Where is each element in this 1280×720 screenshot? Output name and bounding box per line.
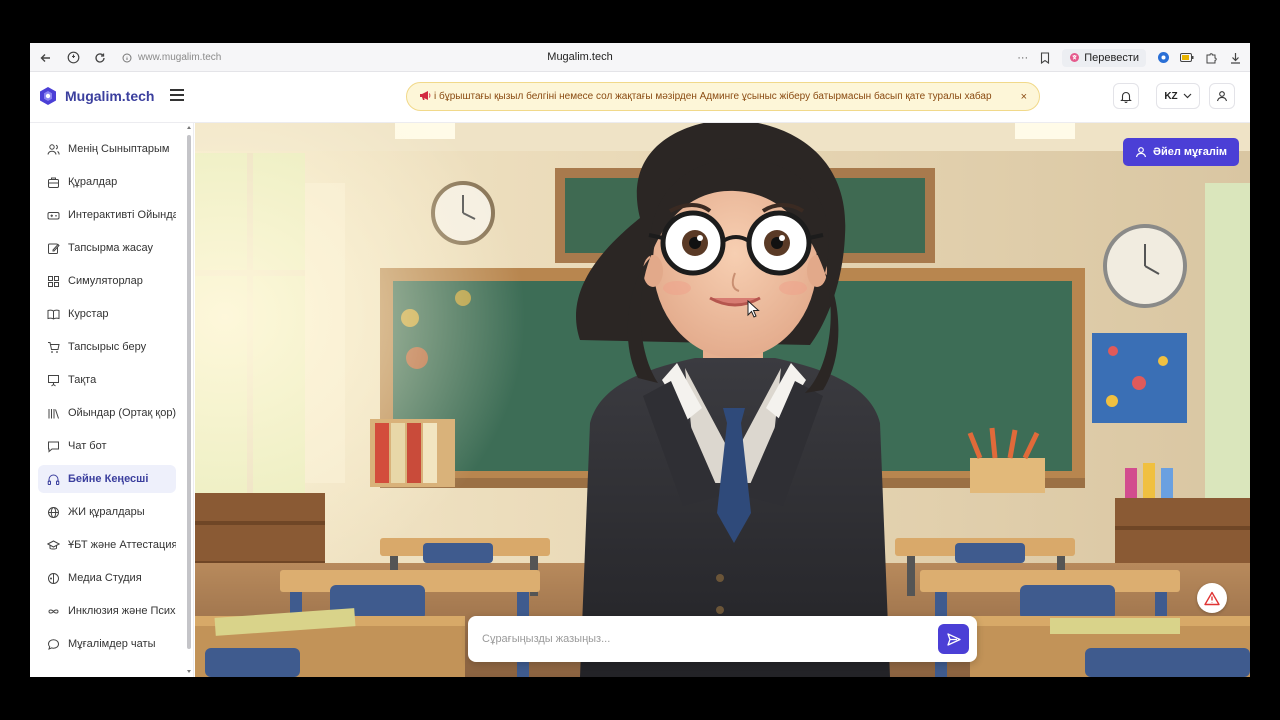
browser-page-title: Mugalim.tech	[547, 51, 613, 63]
sidebar-item-unt-attestation[interactable]: ҰБТ және Аттестация	[38, 531, 176, 559]
app-window: www.mugalim.tech Mugalim.tech ··· Переве…	[30, 43, 1250, 677]
bookmark-icon[interactable]	[1038, 51, 1052, 65]
sidebar-item-label: Мұғалімдер чаты	[68, 638, 156, 650]
user-icon	[1216, 91, 1228, 102]
sidebar-item-create-task[interactable]: Тапсырма жасау	[38, 234, 176, 262]
sidebar-item-label: Интерактивті Ойында	[68, 209, 176, 221]
translate-button[interactable]: Перевести	[1062, 48, 1146, 67]
sidebar-scroll-thumb[interactable]	[187, 135, 191, 649]
send-button[interactable]	[938, 624, 969, 654]
classroom-scene	[195, 123, 1250, 677]
report-issue-button[interactable]	[1197, 583, 1227, 613]
sidebar-item-games-library[interactable]: Ойындар (Ортақ қор)	[38, 399, 176, 427]
sidebar-item-label: Курстар	[68, 308, 109, 320]
banner-text: і бұрыштағы қызыл белгіні немесе сол жақ…	[434, 91, 992, 102]
sidebar-item-label: Тақта	[68, 374, 97, 386]
warning-icon	[1204, 591, 1220, 605]
sidebar-item-simulators[interactable]: Симуляторлар	[38, 267, 176, 295]
headphones-icon	[47, 474, 60, 485]
sidebar-item-interactive-games[interactable]: Интерактивті Ойында	[38, 201, 176, 229]
translate-label: Перевести	[1084, 51, 1139, 64]
banner-close-button[interactable]: ×	[1021, 91, 1027, 103]
edit-icon	[48, 243, 60, 254]
notifications-button[interactable]	[1113, 83, 1139, 109]
presentation-icon	[48, 374, 59, 386]
sidebar-item-label: Инклюзия және Психо	[68, 605, 176, 617]
profile-button[interactable]	[1209, 83, 1235, 109]
browser-actions: ··· Перевести	[1017, 47, 1242, 68]
grid-icon	[48, 275, 59, 287]
sidebar-item-label: Ойындар (Ортақ қор)	[68, 407, 176, 419]
sidebar-item-teachers-chat[interactable]: Мұғалімдер чаты	[38, 630, 176, 658]
sidebar-item-board[interactable]: Тақта	[38, 366, 176, 394]
chat-input-bar	[468, 616, 977, 662]
sidebar-item-video-advisor[interactable]: Бейне Кеңесші	[38, 465, 176, 493]
download-icon[interactable]	[1228, 51, 1242, 65]
logo-icon	[40, 87, 56, 105]
bell-icon	[1120, 91, 1132, 103]
cart-icon	[48, 341, 60, 353]
extension-icon[interactable]	[1156, 51, 1170, 65]
question-input[interactable]	[482, 628, 922, 650]
app-header: Mugalim.tech і бұрыштағы қызыл белгіні н…	[30, 72, 1250, 123]
globe-icon	[48, 506, 59, 518]
megaphone-icon	[419, 90, 431, 104]
sidebar-item-label: Менің Сыныптарым	[68, 143, 170, 155]
book-open-icon	[47, 309, 60, 320]
announcement-banner: і бұрыштағы қызыл белгіні немесе сол жақ…	[406, 82, 1040, 111]
media-icon	[48, 572, 59, 584]
language-value: KZ	[1164, 90, 1178, 102]
sidebar-item-label: Чат бот	[68, 440, 107, 452]
female-teacher-button[interactable]: Әйел мұғалім	[1123, 138, 1240, 166]
sidebar-item-chat-bot[interactable]: Чат бот	[38, 432, 176, 460]
gamepad-icon	[47, 211, 60, 219]
sidebar-item-label: Тапсырыс беру	[68, 341, 147, 353]
infinity-icon	[48, 608, 59, 614]
puzzle-icon[interactable]	[1204, 51, 1218, 65]
sidebar-item-courses[interactable]: Курстар	[38, 300, 176, 328]
chat-bubble-icon	[47, 638, 60, 650]
users-icon	[47, 143, 60, 155]
sidebar-item-label: Тапсырма жасау	[68, 242, 154, 254]
sidebar-item-label: Құралдар	[68, 176, 118, 188]
user-icon	[1135, 147, 1147, 158]
sidebar-item-inclusion[interactable]: Инклюзия және Психо	[38, 597, 176, 625]
sidebar-item-label: Симуляторлар	[68, 275, 143, 287]
brand-name: Mugalim.tech	[65, 88, 155, 104]
send-icon	[946, 632, 961, 646]
chevron-down-icon	[1183, 93, 1192, 99]
graduation-cap-icon	[47, 539, 60, 550]
message-icon	[48, 441, 59, 453]
menu-toggle-button[interactable]	[170, 89, 184, 101]
sidebar-item-media-studio[interactable]: Медиа Студия	[38, 564, 176, 592]
sidebar-item-label: ҰБТ және Аттестация	[68, 539, 176, 551]
briefcase-icon	[48, 177, 59, 188]
sidebar-item-tools[interactable]: Құралдар	[38, 168, 176, 196]
sidebar-item-ai-tools[interactable]: ЖИ құралдары	[38, 498, 176, 526]
sidebar-item-label: ЖИ құралдары	[68, 506, 145, 518]
browser-toolbar: www.mugalim.tech Mugalim.tech ··· Переве…	[30, 43, 1250, 72]
more-button[interactable]: ···	[1017, 52, 1028, 64]
battery-icon[interactable]	[1180, 51, 1194, 65]
sidebar-item-label: Бейне Кеңесші	[68, 473, 149, 485]
video-advisor-stage: Әйел мұғалім	[195, 123, 1250, 677]
library-icon	[48, 408, 59, 419]
brand-logo[interactable]: Mugalim.tech	[38, 86, 154, 106]
female-teacher-label: Әйел мұғалім	[1153, 146, 1228, 158]
sidebar: Менің Сыныптарым Құралдар Интерактивті О…	[30, 123, 194, 677]
sidebar-item-my-classes[interactable]: Менің Сыныптарым	[38, 135, 176, 163]
sidebar-item-order[interactable]: Тапсырыс беру	[38, 333, 176, 361]
sidebar-item-label: Медиа Студия	[68, 572, 142, 584]
translate-icon	[1070, 53, 1080, 62]
language-select[interactable]: KZ	[1156, 83, 1200, 109]
